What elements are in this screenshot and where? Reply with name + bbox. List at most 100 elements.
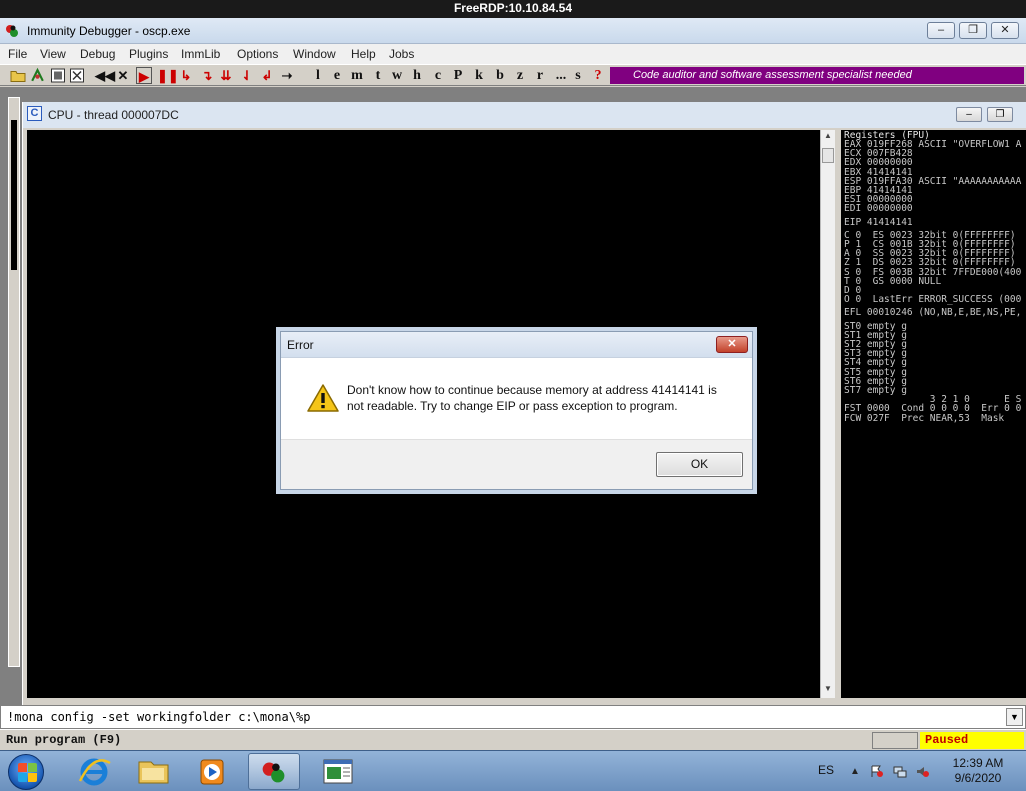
- toolbar-help-button[interactable]: ?: [592, 67, 604, 84]
- open-folder-icon[interactable]: [10, 67, 26, 84]
- error-dialog-close-button[interactable]: ✕: [716, 336, 748, 353]
- restart-icon[interactable]: [29, 67, 46, 84]
- execute-till-return-icon[interactable]: ↲: [259, 67, 275, 84]
- rewind-icon[interactable]: ◀◀: [95, 67, 115, 84]
- menu-view[interactable]: View: [40, 47, 66, 61]
- error-dialog-footer: OK: [281, 439, 752, 489]
- toolbar-patches-button[interactable]: P: [452, 67, 464, 84]
- window-title-bar: Immunity Debugger - oscp.exe ‒ ❐ ✕: [0, 18, 1026, 44]
- error-dialog: Error ✕ Don't know how to continue becau…: [280, 331, 753, 490]
- error-dialog-title-bar: Error ✕: [281, 332, 752, 358]
- attach-icon[interactable]: [69, 67, 85, 84]
- cpu-minimize-button[interactable]: ‒: [956, 107, 982, 122]
- windows-logo-icon-part: [28, 763, 37, 772]
- menu-bar: File View Debug Plugins ImmLib Options W…: [0, 44, 1026, 64]
- menu-window[interactable]: Window: [293, 47, 336, 61]
- warning-icon: [307, 384, 339, 412]
- go-to-address-icon[interactable]: ➝: [279, 67, 295, 84]
- immunity-debugger-taskbar-icon[interactable]: [248, 753, 300, 790]
- status-field: [872, 732, 918, 749]
- background-window-pane: [11, 120, 17, 270]
- status-bar: Run program (F9) Paused: [0, 729, 1026, 750]
- register-line: EFL 00010246 (NO,NB,E,BE,NS,PE,: [844, 307, 1022, 319]
- minimize-button[interactable]: ‒: [927, 22, 955, 39]
- command-input[interactable]: !mona config -set workingfolder c:\mona\…: [7, 710, 310, 724]
- network-icon[interactable]: [893, 765, 907, 778]
- windows-logo-icon-part: [28, 773, 37, 782]
- registers-pane[interactable]: Registers (FPU) EAX 019FF268 ASCII "OVER…: [838, 130, 1026, 698]
- scrollbar-thumb[interactable]: [822, 148, 834, 163]
- command-history-dropdown-icon[interactable]: ▼: [1006, 708, 1023, 726]
- menu-jobs[interactable]: Jobs: [389, 47, 414, 61]
- clock-time: 12:39 AM: [952, 756, 1004, 770]
- trace-into-icon[interactable]: ⇊: [218, 67, 234, 84]
- window-title: Immunity Debugger - oscp.exe: [27, 24, 191, 38]
- input-language[interactable]: ES: [818, 763, 834, 777]
- menu-file[interactable]: File: [8, 47, 27, 61]
- toolbar-handles-button[interactable]: h: [411, 67, 423, 84]
- pause-icon[interactable]: ❚❚: [157, 67, 179, 84]
- internet-explorer-icon[interactable]: [68, 753, 120, 790]
- toolbar-log-button[interactable]: l: [312, 67, 324, 84]
- register-line: FCW 027F Prec NEAR,53 Mask: [844, 412, 1005, 424]
- error-dialog-title: Error: [287, 338, 314, 352]
- taskbar: ES ▲ 12:39 AM 9/6/2020: [0, 750, 1026, 791]
- media-player-icon[interactable]: [186, 753, 238, 790]
- register-line: EDI 00000000: [844, 203, 913, 215]
- system-clock[interactable]: 12:39 AM 9/6/2020: [940, 756, 1016, 786]
- toolbar: ◀◀ ✕ ▶ ❚❚ ↳ ↴ ⇊ ⇃ ↲ ➝ l e m t w h c P k …: [0, 64, 1026, 86]
- menu-options[interactable]: Options: [237, 47, 278, 61]
- run-icon[interactable]: ▶: [136, 67, 152, 84]
- immunity-app-icon: [6, 25, 18, 37]
- step-over-icon[interactable]: ↴: [199, 67, 215, 84]
- error-dialog-message: Don't know how to continue because memor…: [347, 383, 717, 413]
- cpu-window-icon: C: [27, 106, 42, 121]
- toolbar-breakpoints-button[interactable]: b: [494, 67, 506, 84]
- terminal-window-icon[interactable]: [312, 753, 364, 790]
- command-bar[interactable]: !mona config -set workingfolder c:\mona\…: [0, 705, 1026, 729]
- menu-debug[interactable]: Debug: [80, 47, 115, 61]
- toolbar-executable-modules-button[interactable]: e: [331, 67, 343, 84]
- toolbar-windows-button[interactable]: w: [389, 67, 405, 84]
- step-into-icon[interactable]: ↳: [178, 67, 194, 84]
- toolbar-memory-button[interactable]: m: [350, 67, 364, 84]
- debug-state-badge: Paused: [920, 732, 1024, 749]
- disassembly-scrollbar[interactable]: ▲ ▼: [820, 130, 835, 698]
- scroll-up-icon[interactable]: ▲: [821, 131, 835, 140]
- start-button[interactable]: [8, 754, 44, 790]
- windows-logo-icon: [18, 763, 27, 772]
- cpu-restore-button[interactable]: ❐: [987, 107, 1013, 122]
- menu-plugins[interactable]: Plugins: [129, 47, 168, 61]
- background-child-window[interactable]: [8, 97, 20, 667]
- close-program-icon[interactable]: [50, 67, 66, 84]
- cpu-window-title-bar: C CPU - thread 000007DC ‒ ❐: [23, 102, 1026, 128]
- ok-button[interactable]: OK: [656, 452, 743, 477]
- volume-muted-icon[interactable]: [916, 765, 930, 778]
- status-message: Run program (F9): [6, 733, 122, 747]
- menu-help[interactable]: Help: [351, 47, 376, 61]
- toolbar-threads-button[interactable]: t: [372, 67, 384, 84]
- menu-immlib[interactable]: ImmLib: [181, 47, 220, 61]
- action-center-flag-icon[interactable]: [870, 765, 884, 778]
- toolbar-references-button[interactable]: r: [534, 67, 546, 84]
- cpu-window-title: CPU - thread 000007DC: [48, 108, 179, 122]
- register-line: EIP 41414141: [844, 216, 913, 228]
- file-explorer-icon[interactable]: [127, 753, 179, 790]
- toolbar-cpu-button[interactable]: c: [432, 67, 444, 84]
- stop-icon[interactable]: ✕: [116, 67, 130, 84]
- toolbar-source-button[interactable]: s: [573, 67, 583, 84]
- promo-banner[interactable]: Code auditor and software assessment spe…: [610, 67, 1024, 84]
- screen: FreeRDP:10.10.84.54 Immunity Debugger - …: [0, 0, 1026, 791]
- toolbar-call-stack-button[interactable]: k: [473, 67, 485, 84]
- register-line: O 0 LastErr ERROR_SUCCESS (000: [844, 294, 1022, 306]
- show-hidden-icons-icon[interactable]: ▲: [848, 765, 862, 778]
- close-button[interactable]: ✕: [991, 22, 1019, 39]
- restore-button[interactable]: ❐: [959, 22, 987, 39]
- toolbar-run-trace-button[interactable]: ...: [552, 67, 570, 84]
- toolbar-hardware-breakpoints-button[interactable]: z: [514, 67, 526, 84]
- rdp-title-bar: FreeRDP:10.10.84.54: [0, 0, 1026, 18]
- scroll-down-icon[interactable]: ▼: [821, 684, 835, 693]
- windows-logo-icon-part: [18, 773, 27, 782]
- trace-over-icon[interactable]: ⇃: [239, 67, 255, 84]
- clock-date: 9/6/2020: [954, 771, 1002, 785]
